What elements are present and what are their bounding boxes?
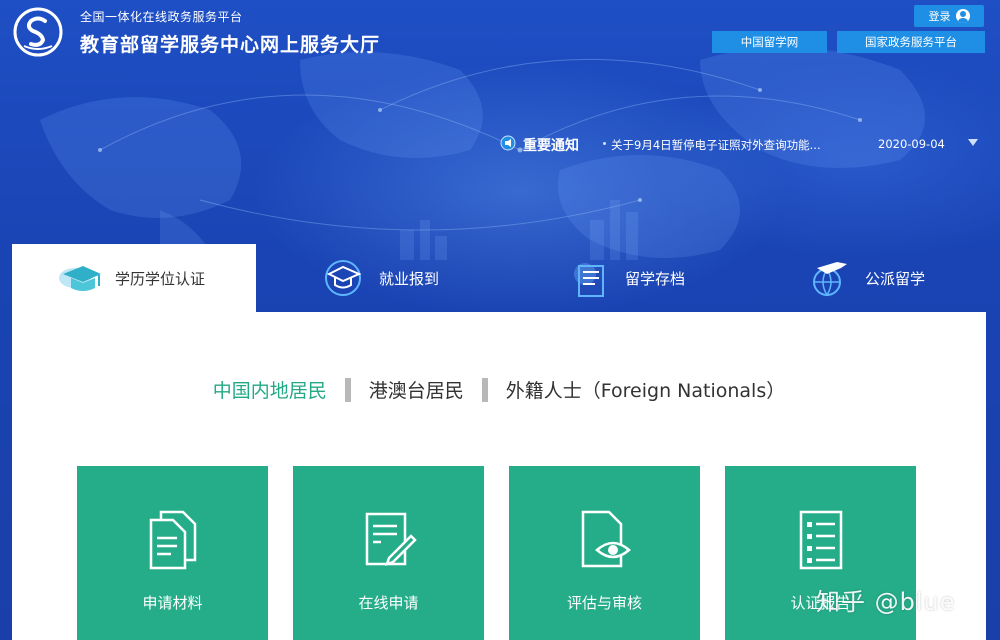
notice-date: 2020-09-04 [878, 137, 945, 151]
step-label: 评估与审核 [566, 594, 642, 612]
tab-degree-certification[interactable]: 学历学位认证 [12, 244, 256, 312]
archive-folder-icon [574, 263, 604, 297]
plane-globe-icon [813, 262, 847, 297]
link-gov-service-platform[interactable]: 国家政务服务平台 [837, 31, 985, 53]
step-arrow [268, 542, 278, 566]
step-online-application[interactable]: 在线申请 [293, 466, 484, 640]
category-hk-macao-taiwan-residents[interactable]: 港澳台居民 [351, 376, 482, 403]
graduation-hat-icon [325, 260, 362, 296]
tab-employment-report[interactable]: 就业报到 [276, 244, 496, 312]
tab-label: 留学存档 [625, 269, 686, 288]
notice-link[interactable]: 关于9月4日暂停电子证照对外查询功能... [611, 137, 856, 153]
step-evaluation-review[interactable]: 评估与审核 [509, 466, 700, 640]
link-china-study-abroad[interactable]: 中国留学网 [712, 31, 827, 53]
login-label: 登录 [928, 10, 951, 23]
platform-text[interactable]: 全国一体化在线政务服务平台 [80, 8, 243, 25]
notice-bullet [603, 142, 606, 145]
tab-label: 公派留学 [865, 269, 926, 288]
step-label: 在线申请 [358, 594, 419, 612]
notice-icon [500, 135, 516, 151]
login-button[interactable]: 登录 [914, 5, 984, 27]
tab-label: 学历学位认证 [115, 269, 206, 288]
category-mainland-residents[interactable]: 中国内地居民 [195, 376, 345, 403]
process-steps: 申请材料 在线申请 评估与审核 认证报告 [77, 466, 917, 640]
service-tabs: 学历学位认证 就业报到 留学存档 公派留学 [12, 244, 986, 312]
documents-icon [149, 510, 197, 570]
notice-label: 重要通知 [523, 138, 579, 154]
graduation-cap-icon [59, 266, 101, 291]
residency-category-switcher: 中国内地居民 港澳台居民 外籍人士（Foreign Nationals） [12, 376, 986, 403]
watermark-text: 知乎 @blue [816, 588, 956, 616]
step-arrow [700, 542, 710, 566]
site-title[interactable]: 教育部留学服务中心网上服务大厅 [80, 30, 380, 57]
step-label: 申请材料 [142, 594, 203, 612]
step-arrow [484, 542, 494, 566]
step-application-materials[interactable]: 申请材料 [77, 466, 268, 640]
chevron-down-icon[interactable] [968, 139, 978, 146]
tab-public-study-abroad[interactable]: 公派留学 [762, 244, 986, 312]
tab-label: 就业报到 [379, 269, 440, 288]
edit-form-icon [365, 512, 417, 566]
category-foreign-nationals[interactable]: 外籍人士（Foreign Nationals） [488, 376, 803, 403]
checklist-report-icon [799, 510, 843, 570]
document-eye-icon [581, 510, 631, 568]
ministry-logo[interactable] [12, 6, 64, 58]
tab-study-archive[interactable]: 留学存档 [522, 244, 742, 312]
user-avatar-icon [955, 9, 970, 23]
